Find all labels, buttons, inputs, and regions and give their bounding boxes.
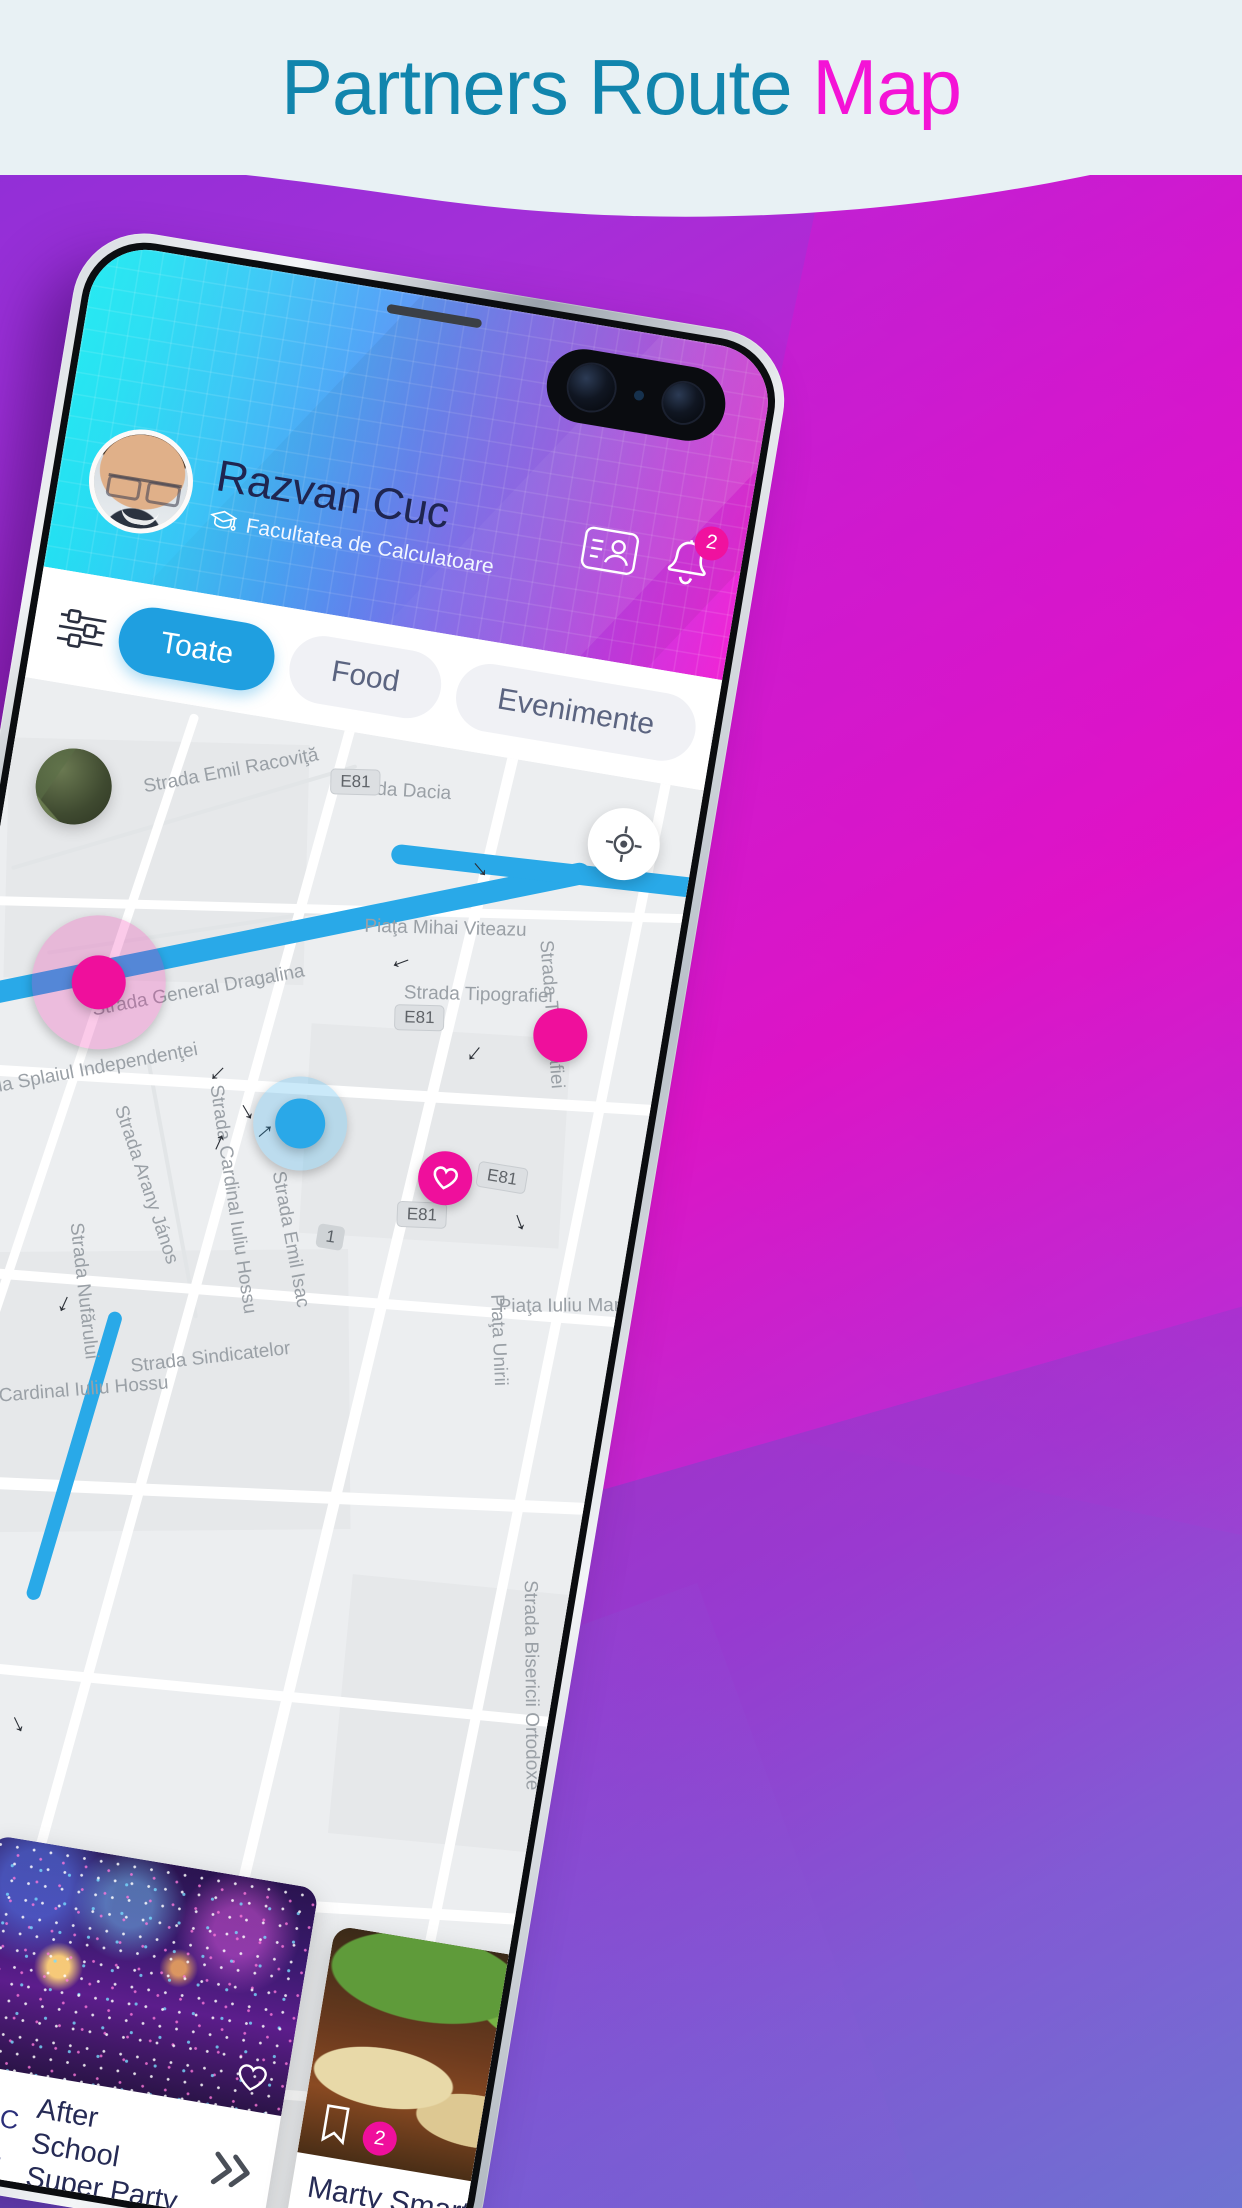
sliders-icon[interactable] bbox=[48, 603, 116, 657]
page-title-primary: Partners Route bbox=[280, 43, 813, 131]
filter-tab-toate[interactable]: Toate bbox=[113, 602, 281, 696]
filter-tab-evenimente[interactable]: Evenimente bbox=[450, 658, 701, 766]
bookmark-icon[interactable] bbox=[314, 2101, 355, 2153]
place-card-badge: 2 bbox=[360, 2119, 400, 2159]
heart-outline-icon[interactable] bbox=[228, 2054, 276, 2102]
event-card[interactable]: DEC 14 After School Super Party bbox=[0, 1835, 320, 2208]
page-title: Partners Route Map bbox=[280, 42, 962, 133]
contact-card-icon[interactable] bbox=[578, 524, 641, 582]
camera-lens-secondary-icon bbox=[660, 379, 707, 426]
satellite-layer-icon[interactable] bbox=[29, 742, 118, 831]
bell-icon[interactable]: 2 bbox=[660, 523, 732, 597]
avatar[interactable] bbox=[81, 421, 201, 542]
map-label: Piaţa Unirii bbox=[486, 1293, 512, 1387]
road-shield: E81 bbox=[396, 1200, 448, 1229]
filter-tab-next[interactable]: S bbox=[705, 701, 723, 786]
road-shield: E81 bbox=[329, 768, 381, 796]
event-month: DEC bbox=[0, 2096, 22, 2136]
event-date: DEC 14 bbox=[0, 2097, 22, 2174]
event-card-photo bbox=[0, 1835, 320, 2117]
header-actions: 2 bbox=[575, 521, 732, 611]
promo-banner: Partners Route Map bbox=[0, 0, 1242, 175]
camera-sensor-icon bbox=[633, 389, 645, 402]
double-chevron-right-icon[interactable] bbox=[196, 2143, 261, 2208]
event-title: After School Super Party bbox=[23, 2092, 193, 2208]
event-day: 14 bbox=[0, 2133, 5, 2172]
graduation-cap-icon bbox=[207, 507, 238, 538]
filter-tab-food[interactable]: Food bbox=[284, 631, 447, 724]
map-label: Piaţa Mihai Viteazu bbox=[364, 915, 527, 941]
map-label: Piaţa Iuliu Maniu bbox=[498, 1294, 640, 1318]
page-title-accent: Map bbox=[812, 43, 962, 131]
map-cluster-badge[interactable]: 1 bbox=[315, 1222, 347, 1252]
road-shield: E81 bbox=[393, 1004, 445, 1032]
camera-lens-main-icon bbox=[565, 361, 619, 415]
map-label: Strada Bisericii Ortodoxe bbox=[519, 1580, 543, 1791]
